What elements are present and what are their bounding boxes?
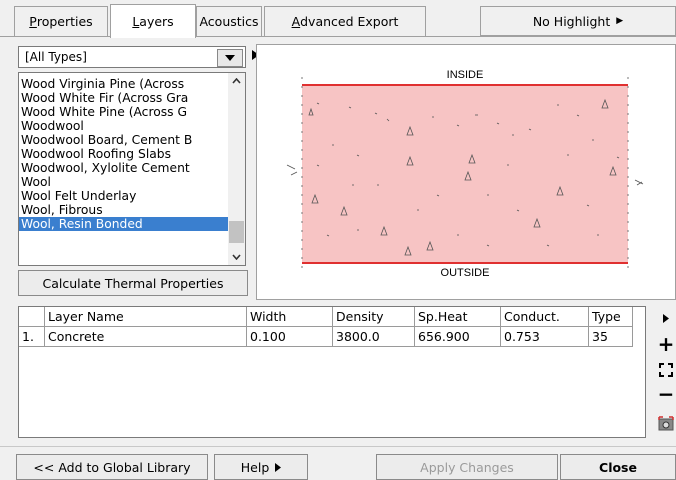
table-cell[interactable]: 0.753 [501,327,589,347]
list-item[interactable]: Wood White Fir (Across Gra [19,91,231,105]
apply-changes-button[interactable]: Apply Changes [376,454,558,480]
column-header[interactable]: Conduct. [501,307,589,327]
table-cell[interactable]: 3800.0 [333,327,415,347]
table-corner [19,307,45,327]
column-header[interactable]: Layer Name [45,307,247,327]
chevron-down-icon[interactable] [217,49,243,67]
remove-layer-button[interactable]: − [656,382,676,406]
tab-label: Acoustics [199,14,259,29]
material-list[interactable]: Wood Virginia Pine (Across Wood White Fi… [18,72,246,266]
section-preview-drawing: INSIDE OUTSIDE [286,69,644,279]
list-item[interactable]: Woodwool [19,119,231,133]
outside-label: OUTSIDE [441,267,490,279]
table-cell[interactable]: 656.900 [415,327,501,347]
row-index[interactable]: 1. [19,327,45,347]
section-preview: INSIDE OUTSIDE [256,44,676,300]
list-item[interactable]: Woodwool Board, Cement B [19,133,231,147]
scroll-up-icon[interactable] [228,73,245,89]
scroll-down-icon[interactable] [228,249,245,265]
fit-view-icon[interactable] [656,360,676,380]
table-cell[interactable]: Concrete [45,327,247,347]
layers-table[interactable]: Layer Name Width Density Sp.Heat Conduct… [18,306,646,438]
table-cell[interactable]: 35 [589,327,633,347]
highlight-menu-button[interactable]: No Highlight ▶ [480,6,676,36]
tab-mnemonic: P [29,14,37,29]
add-to-global-library-button[interactable]: << Add to Global Library [16,454,208,480]
list-item[interactable]: Woodwool Roofing Slabs [19,147,231,161]
list-item[interactable]: Wool [19,175,231,189]
screenshot-icon[interactable] [656,414,676,434]
tab-mnemonic: L [132,14,140,29]
tab-layers[interactable]: Layers [110,4,196,38]
close-button[interactable]: Close [560,454,676,480]
chevron-right-icon: ▶ [616,16,624,26]
list-item[interactable]: Wood White Pine (Across G [19,105,231,119]
help-button-label: Help [240,459,270,475]
list-item[interactable]: Wood Virginia Pine (Across [19,77,231,91]
tab-mnemonic: A [291,14,301,29]
tab-properties[interactable]: Properties [14,6,108,36]
column-header[interactable]: Sp.Heat [415,307,501,327]
tab-label: roperties [36,14,93,29]
scroll-thumb[interactable] [229,221,244,243]
add-layer-button[interactable]: + [656,332,676,356]
tab-advanced-export[interactable]: Advanced Export [264,6,426,36]
chevron-right-icon [275,462,282,472]
list-scrollbar[interactable] [228,73,245,265]
type-filter-select[interactable]: [All Types] [18,46,246,68]
help-button[interactable]: Help [214,454,308,480]
tab-label: dvanced Export [300,14,399,29]
column-header[interactable]: Type [589,307,633,327]
tab-label: ayers [139,14,174,29]
inside-label: INSIDE [447,69,484,81]
list-item-selected[interactable]: Wool, Resin Bonded [19,217,231,231]
bottom-divider [0,446,676,447]
type-filter-value: [All Types] [25,50,87,64]
calculate-thermal-properties-button[interactable]: Calculate Thermal Properties [18,270,248,296]
highlight-menu-label: No Highlight [532,13,611,29]
column-header[interactable]: Density [333,307,415,327]
tab-strip-divider [0,36,676,37]
table-cell[interactable]: 0.100 [247,327,333,347]
list-item[interactable]: Woodwool, Xylolite Cement [19,161,231,175]
tab-acoustics[interactable]: Acoustics [196,6,262,36]
list-item[interactable]: Wool Felt Underlay [19,189,231,203]
column-header[interactable]: Width [247,307,333,327]
table-menu-arrow-icon[interactable] [656,308,676,328]
layer-fill [302,85,628,263]
list-item[interactable]: Wool, Fibrous [19,203,231,217]
